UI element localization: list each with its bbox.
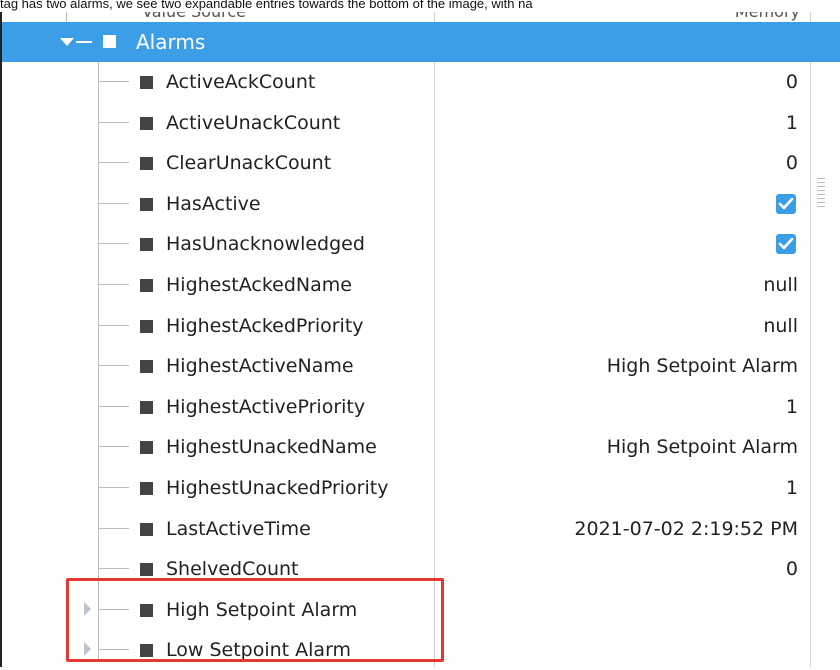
property-value: High Setpoint Alarm bbox=[606, 436, 798, 459]
property-value: 1 bbox=[785, 477, 798, 499]
tree-connector bbox=[99, 568, 129, 570]
selection-highlight bbox=[810, 22, 840, 62]
memory-label: Memory bbox=[735, 12, 800, 21]
property-square-icon bbox=[140, 522, 153, 536]
tree-connector bbox=[99, 121, 129, 123]
property-square-icon bbox=[140, 360, 153, 374]
tree-connector bbox=[99, 405, 129, 407]
property-value: 1 bbox=[785, 111, 798, 134]
property-row[interactable]: HighestUnackedPriority 1 bbox=[2, 468, 810, 508]
property-row[interactable]: HasActive bbox=[2, 184, 810, 224]
property-name: HighestUnackedPriority bbox=[166, 477, 389, 499]
property-row[interactable]: HighestActivePriority 1 bbox=[2, 387, 810, 427]
property-square-icon bbox=[140, 482, 153, 495]
tree-connector bbox=[99, 202, 129, 204]
property-name: ClearUnackCount bbox=[166, 152, 332, 175]
property-row[interactable]: ActiveAckCount 0 bbox=[2, 62, 810, 102]
property-value: null bbox=[763, 274, 798, 296]
property-value: 2021-07-02 2:19:52 PM bbox=[574, 517, 798, 540]
value-source-label: Value Source bbox=[142, 12, 246, 21]
property-name: HighestActivePriority bbox=[166, 395, 366, 418]
property-square-icon bbox=[140, 76, 153, 89]
property-square-icon bbox=[140, 279, 153, 292]
property-name: HighestUnackedName bbox=[166, 436, 377, 459]
property-name: HighestAckedName bbox=[166, 274, 352, 296]
annotation-highlight-box bbox=[66, 578, 444, 662]
property-row[interactable]: LastActiveTime 2021-07-02 2:19:52 PM bbox=[2, 509, 810, 549]
scrollbar-divider bbox=[810, 12, 811, 667]
property-name: LastActiveTime bbox=[166, 517, 311, 540]
tree-connector bbox=[99, 81, 129, 82]
checkbox-checked-icon[interactable] bbox=[776, 234, 796, 255]
property-value: 1 bbox=[785, 395, 798, 418]
property-value: 0 bbox=[785, 152, 798, 175]
property-row[interactable]: ClearUnackCount 0 bbox=[2, 143, 810, 183]
checkbox-checked-icon[interactable] bbox=[776, 193, 796, 214]
property-square-icon bbox=[140, 157, 153, 171]
property-row[interactable]: HighestAckedPriority null bbox=[2, 306, 810, 346]
property-row[interactable]: HighestUnackedName High Setpoint Alarm bbox=[2, 427, 810, 467]
header-row: Value Source Memory bbox=[2, 12, 840, 22]
tree-connector bbox=[99, 527, 129, 529]
tree-connector bbox=[99, 487, 129, 488]
property-name: HighestAckedPriority bbox=[166, 314, 364, 337]
tree-connector bbox=[99, 162, 129, 164]
property-square-icon bbox=[140, 238, 153, 252]
property-square-icon bbox=[140, 441, 153, 455]
tree-connector bbox=[99, 243, 129, 245]
property-value: null bbox=[763, 314, 798, 337]
property-square-icon bbox=[140, 400, 153, 414]
property-square-icon bbox=[140, 563, 153, 577]
tree-connector bbox=[99, 365, 129, 367]
collapse-arrow-icon[interactable] bbox=[60, 38, 74, 46]
tree-connector bbox=[99, 324, 129, 326]
folder-square-icon bbox=[103, 35, 116, 48]
tree-connector bbox=[99, 446, 129, 448]
property-name: ActiveUnackCount bbox=[166, 111, 341, 134]
tree-connector bbox=[99, 284, 129, 285]
scrollbar-grip[interactable] bbox=[817, 178, 825, 210]
property-name: HasActive bbox=[166, 192, 261, 215]
tree-connector bbox=[76, 41, 92, 43]
property-row[interactable]: HighestActiveName High Setpoint Alarm bbox=[2, 346, 810, 386]
property-name: HighestActiveName bbox=[166, 355, 354, 378]
tree-node-alarms[interactable]: Alarms bbox=[2, 22, 810, 62]
property-value: 0 bbox=[785, 558, 798, 581]
node-label: Alarms bbox=[136, 30, 206, 54]
property-name: ActiveAckCount bbox=[166, 71, 316, 93]
property-value: 0 bbox=[785, 71, 798, 93]
property-square-icon bbox=[140, 116, 153, 130]
property-row[interactable]: HighestAckedName null bbox=[2, 265, 810, 305]
property-name: HasUnacknowledged bbox=[166, 233, 365, 256]
property-value: High Setpoint Alarm bbox=[606, 355, 798, 378]
property-row[interactable]: HasUnacknowledged bbox=[2, 224, 810, 264]
property-row[interactable]: ActiveUnackCount 1 bbox=[2, 103, 810, 143]
property-square-icon bbox=[140, 319, 153, 333]
property-square-icon bbox=[140, 197, 153, 211]
